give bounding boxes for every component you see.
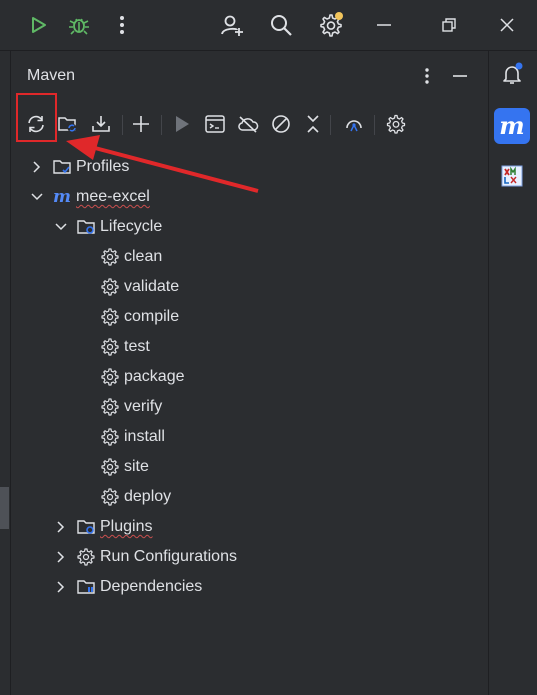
xml-plugin-icon[interactable] — [494, 158, 530, 194]
annotation-arrow — [66, 135, 259, 193]
right-tool-stripe: m — [488, 51, 537, 695]
maven-tool-icon[interactable]: m — [494, 108, 530, 144]
notifications-bell-icon[interactable] — [494, 56, 530, 92]
